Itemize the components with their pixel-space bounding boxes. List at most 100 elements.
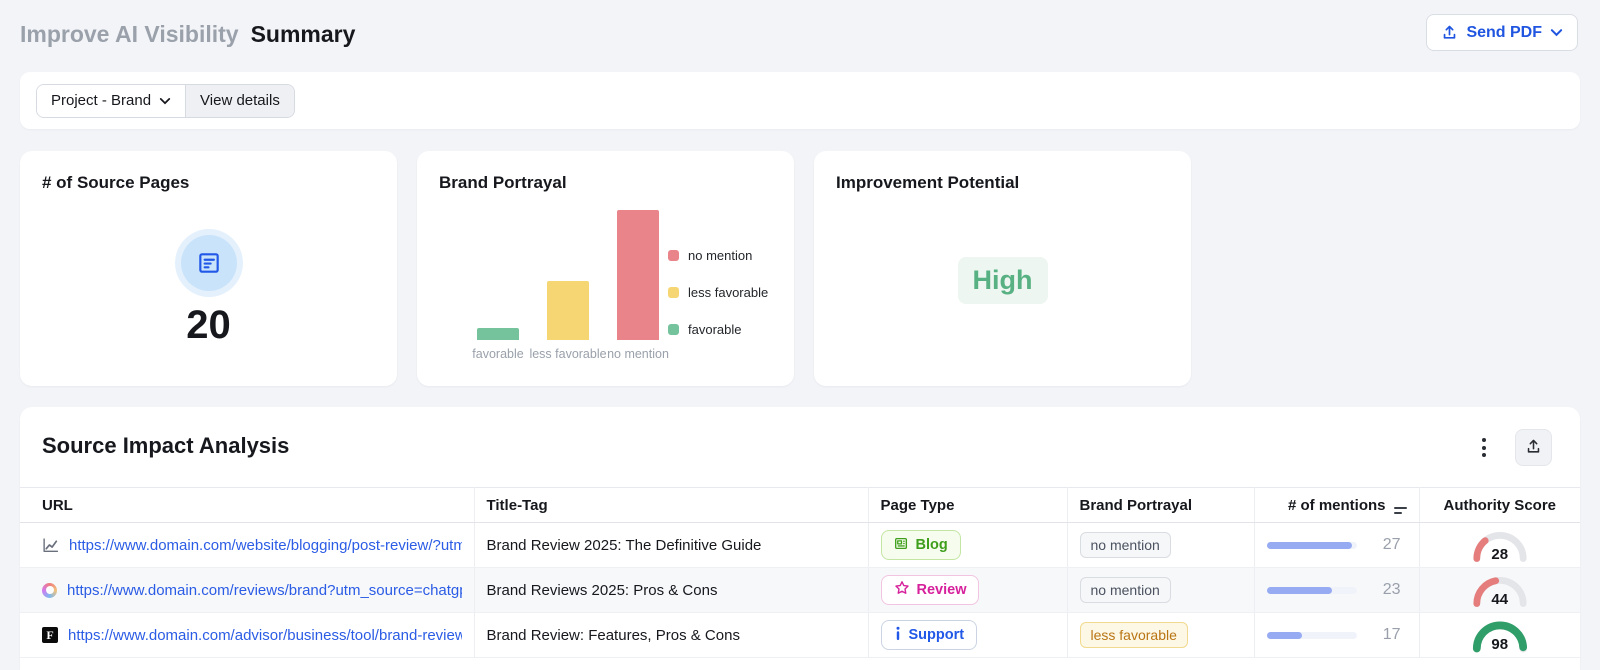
card-source-pages-title: # of Source Pages: [42, 173, 375, 193]
page-type-label: Review: [917, 582, 967, 598]
authority-score-cell: 98: [1419, 613, 1580, 658]
column-header-4[interactable]: # of mentions: [1254, 488, 1419, 523]
page-title: Summary: [251, 21, 356, 48]
column-header-5[interactable]: Authority Score: [1419, 488, 1580, 523]
export-button[interactable]: [1515, 429, 1552, 466]
page-type-label: Blog: [916, 537, 948, 553]
project-segmented-control: Project - Brand View details: [36, 84, 295, 118]
bar-chart-legend: no mention less favorable favorable: [668, 237, 776, 348]
url-cell: https://www.domain.com/reviews/brand?utm…: [20, 568, 474, 613]
mentions-bar-group: 23: [1267, 581, 1407, 599]
brand-portrayal-cell: no mention: [1067, 523, 1254, 568]
mentions-cell: 27: [1254, 523, 1419, 568]
card-improvement-title: Improvement Potential: [836, 173, 1169, 193]
authority-score-value: 28: [1471, 546, 1529, 563]
mentions-bar-fill: [1267, 632, 1302, 639]
mentions-cell: 23: [1254, 568, 1419, 613]
send-pdf-label: Send PDF: [1466, 24, 1542, 42]
authority-score-cell: 44: [1419, 568, 1580, 613]
url-wrap: https://www.domain.com/website/blogging/…: [42, 537, 462, 554]
swirl-favicon-icon: [42, 583, 57, 598]
legend-label: less favorable: [688, 285, 768, 300]
send-pdf-button[interactable]: Send PDF: [1426, 14, 1578, 51]
table-actions: [1475, 429, 1552, 466]
page-type-cell: Support: [868, 613, 1067, 658]
column-header-2[interactable]: Page Type: [868, 488, 1067, 523]
table-row: https://www.domain.com/reviews/brand?utm…: [20, 568, 1580, 613]
url-link[interactable]: https://www.domain.com/reviews/brand?utm…: [67, 582, 462, 599]
title-tag-cell: Brand Review 2025: The Definitive Guide: [474, 523, 868, 568]
mentions-count: 17: [1369, 626, 1400, 644]
mentions-count: 23: [1369, 581, 1400, 599]
page-type-badge[interactable]: Support: [881, 620, 978, 650]
column-header-label: # of mentions: [1288, 497, 1386, 514]
view-details-button[interactable]: View details: [185, 85, 294, 117]
url-link[interactable]: https://www.domain.com/website/blogging/…: [69, 537, 462, 554]
line-chart-favicon-icon: [42, 537, 59, 554]
legend-swatch: [668, 287, 679, 298]
bar-chart-x-axis-labels: favorableless favorableno mention: [477, 347, 687, 365]
project-selector-label: Project - Brand: [51, 92, 151, 109]
page-header: Improve AI Visibility Summary Send PDF: [20, 14, 1580, 54]
legend-swatch: [668, 250, 679, 261]
bar-no-mention: [617, 210, 659, 340]
card-brand-portrayal-title: Brand Portrayal: [439, 173, 772, 193]
brand-portrayal-badge: no mention: [1080, 532, 1171, 558]
f-logo-favicon-icon: F: [42, 627, 58, 643]
page-type-review-icon: [894, 580, 910, 600]
brand-portrayal-bar-chart: [477, 210, 687, 340]
x-axis-label: less favorable: [529, 347, 606, 361]
mentions-count: 27: [1369, 536, 1400, 554]
page-type-badge[interactable]: Review: [881, 575, 980, 605]
column-header-3[interactable]: Brand Portrayal: [1067, 488, 1254, 523]
card-brand-portrayal: Brand Portrayal favorableless favorablen…: [417, 151, 794, 386]
mentions-bar-track: [1267, 587, 1358, 594]
x-axis-label: no mention: [607, 347, 669, 361]
mentions-bar-fill: [1267, 542, 1352, 549]
title-tag-text: Brand Review 2025: The Definitive Guide: [487, 537, 762, 554]
source-pages-count: 20: [20, 303, 397, 348]
page: Improve AI Visibility Summary Send PDF P…: [0, 0, 1600, 670]
authority-score-value: 98: [1471, 636, 1529, 653]
legend-swatch: [668, 324, 679, 335]
kebab-menu-icon[interactable]: [1475, 430, 1493, 466]
project-selector-dropdown[interactable]: Project - Brand: [37, 85, 185, 117]
document-icon: [181, 235, 237, 291]
chevron-down-icon: [1550, 28, 1563, 37]
column-header-1[interactable]: Title-Tag: [474, 488, 868, 523]
url-wrap: https://www.domain.com/reviews/brand?utm…: [42, 582, 462, 599]
sort-descending-icon[interactable]: [1394, 507, 1407, 514]
brand-portrayal-badge: less favorable: [1080, 622, 1188, 648]
brand-portrayal-cell: less favorable: [1067, 613, 1254, 658]
table-header-bar: Source Impact Analysis: [20, 407, 1580, 487]
table-row: https://www.domain.com/website/blogging/…: [20, 523, 1580, 568]
summary-cards: # of Source Pages 20 Brand Portrayal fav…: [20, 151, 1191, 386]
upload-icon: [1441, 24, 1458, 41]
column-header-label: Authority Score: [1443, 497, 1556, 514]
brand-portrayal-cell: no mention: [1067, 568, 1254, 613]
source-impact-table: URLTitle-TagPage TypeBrand Portrayal # of…: [20, 487, 1580, 658]
authority-score-cell: 28: [1419, 523, 1580, 568]
mentions-bar-group: 17: [1267, 626, 1407, 644]
url-link[interactable]: https://www.domain.com/advisor/business/…: [68, 627, 462, 644]
legend-item: favorable: [668, 311, 776, 348]
source-impact-analysis-section: Source Impact Analysis URLTitle-TagPage …: [20, 407, 1580, 670]
mentions-bar-group: 27: [1267, 536, 1407, 554]
page-type-cell: Review: [868, 568, 1067, 613]
authority-score-gauge: 98: [1471, 617, 1529, 654]
page-type-label: Support: [909, 627, 965, 643]
url-cell: https://www.domain.com/website/blogging/…: [20, 523, 474, 568]
page-type-badge[interactable]: Blog: [881, 530, 961, 560]
bar-less-favorable: [547, 281, 589, 340]
section-title: Source Impact Analysis: [42, 433, 289, 459]
legend-item: no mention: [668, 237, 776, 274]
table-header-row: URLTitle-TagPage TypeBrand Portrayal # of…: [20, 488, 1580, 523]
mentions-bar-track: [1267, 632, 1358, 639]
mentions-bar-fill: [1267, 587, 1332, 594]
authority-score-value: 44: [1471, 591, 1529, 608]
column-header-0[interactable]: URL: [20, 488, 474, 523]
authority-score-gauge: 28: [1471, 527, 1529, 564]
improvement-potential-value: High: [958, 257, 1048, 304]
card-source-pages: # of Source Pages 20: [20, 151, 397, 386]
title-tag-cell: Brand Review: Features, Pros & Cons: [474, 613, 868, 658]
